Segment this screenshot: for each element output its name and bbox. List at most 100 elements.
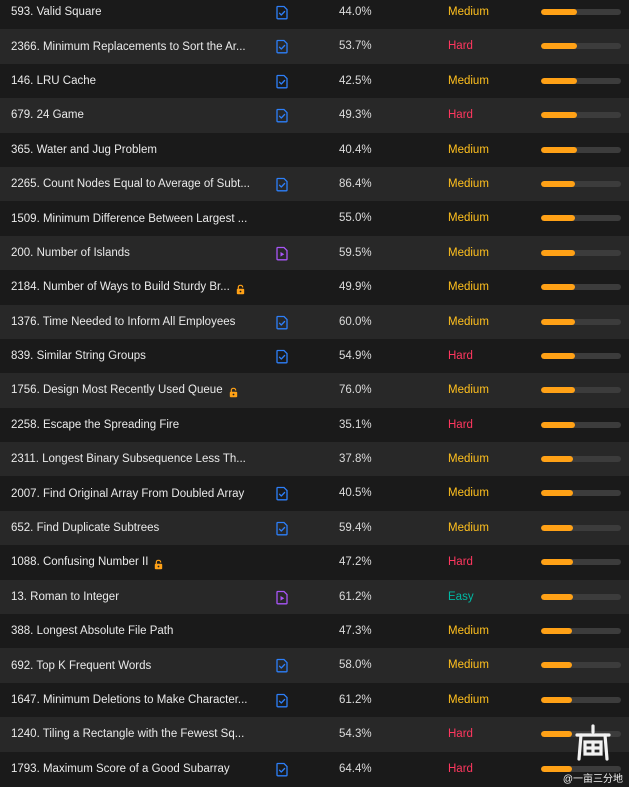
frequency-bar-fill [541,490,573,497]
problem-row[interactable]: 1240. Tiling a Rectangle with the Fewest… [0,717,629,752]
problem-title-cell: 692. Top K Frequent Words [11,648,151,682]
acceptance-rate: 40.5% [339,487,372,500]
problem-title-link[interactable]: 2311. Longest Binary Subsequence Less Th… [11,453,246,465]
problem-row[interactable]: 1793. Maximum Score of a Good Subarray 6… [0,751,629,786]
difficulty-label: Hard [448,109,473,122]
problem-title-cell: 1756. Design Most Recently Used Queue [11,373,239,407]
solution-article-icon[interactable] [275,762,289,777]
frequency-bar-fill [541,249,576,256]
problem-title-cell: 2184. Number of Ways to Build Sturdy Br.… [11,270,246,304]
solution-article-icon[interactable] [275,521,289,536]
problem-row[interactable]: 1088. Confusing Number II 47.2% Hard [0,545,629,580]
problem-row[interactable]: 2258. Escape the Spreading Fire 35.1% Hard [0,407,629,443]
problem-row[interactable]: 1647. Minimum Deletions to Make Characte… [0,682,629,718]
acceptance-rate: 61.2% [339,693,372,706]
frequency-bar [541,490,621,497]
problem-row[interactable]: 146. LRU Cache 42.5% Medium [0,63,629,99]
solution-article-icon[interactable] [275,486,289,501]
acceptance-rate: 61.2% [339,590,372,603]
acceptance-rate: 58.0% [339,659,372,672]
frequency-bar [541,9,621,15]
problem-row[interactable]: 839. Similar String Groups 54.9% Hard [0,338,629,374]
problem-title-link[interactable]: 1240. Tiling a Rectangle with the Fewest… [11,728,244,740]
problem-title-cell: 1376. Time Needed to Inform All Employee… [11,305,235,339]
frequency-bar-fill [541,696,573,703]
difficulty-label: Medium [448,246,489,259]
frequency-bar-fill [541,9,577,15]
problem-row[interactable]: 692. Top K Frequent Words 58.0% Medium [0,648,629,683]
problem-title-link[interactable]: 1509. Minimum Difference Between Largest… [11,213,247,225]
problem-row[interactable]: 2184. Number of Ways to Build Sturdy Br.… [0,270,629,305]
difficulty-label: Medium [448,659,489,672]
problem-title-link[interactable]: 2265. Count Nodes Equal to Average of Su… [11,178,250,190]
problem-title-cell: 365. Water and Jug Problem [11,133,157,167]
problem-title-cell: 200. Number of Islands [11,236,130,270]
problem-title-link[interactable]: 2258. Escape the Spreading Fire [11,419,179,431]
problem-row[interactable]: 200. Number of Islands 59.5% Medium [0,235,629,271]
problem-title-link[interactable]: 2007. Find Original Array From Doubled A… [11,488,244,500]
difficulty-label: Hard [448,728,473,741]
problem-row[interactable]: 1376. Time Needed to Inform All Employee… [0,304,629,339]
problem-title-link[interactable]: 1088. Confusing Number II [11,556,148,568]
problem-title-link[interactable]: 1647. Minimum Deletions to Make Characte… [11,694,248,706]
frequency-bar [541,215,621,222]
problem-row[interactable]: 2265. Count Nodes Equal to Average of Su… [0,166,629,202]
problem-title-link[interactable]: 1793. Maximum Score of a Good Subarray [11,763,230,775]
problem-title-link[interactable]: 679. 24 Game [11,109,84,121]
frequency-bar-fill [541,180,576,187]
problem-title-cell: 13. Roman to Integer [11,580,119,614]
solution-article-icon[interactable] [275,108,289,123]
problem-title-link[interactable]: 2366. Minimum Replacements to Sort the A… [11,41,246,53]
solution-article-icon[interactable] [275,658,289,673]
solution-video-icon[interactable] [275,590,289,605]
solution-article-icon[interactable] [275,74,289,89]
solution-article-icon[interactable] [275,349,289,364]
frequency-bar-fill [541,731,573,738]
problem-title-link[interactable]: 388. Longest Absolute File Path [11,625,173,637]
problem-row[interactable]: 2366. Minimum Replacements to Sort the A… [0,29,629,64]
difficulty-label: Medium [448,212,489,225]
solution-article-icon[interactable] [275,5,289,20]
frequency-bar [541,77,621,84]
problem-row[interactable]: 388. Longest Absolute File Path 47.3% Medi… [0,614,629,649]
acceptance-rate: 53.7% [339,40,372,53]
problem-title-link[interactable]: 652. Find Duplicate Subtrees [11,522,159,534]
frequency-bar [541,765,621,772]
acceptance-rate: 40.4% [339,143,372,156]
solution-article-icon[interactable] [275,693,289,708]
problem-title-cell: 2007. Find Original Array From Doubled A… [11,476,244,510]
problem-title-link[interactable]: 365. Water and Jug Problem [11,144,157,156]
problem-row[interactable]: 2311. Longest Binary Subsequence Less Th… [0,442,629,477]
frequency-bar-fill [541,662,573,669]
problem-title-cell: 1647. Minimum Deletions to Make Characte… [11,683,248,717]
frequency-bar-fill [541,284,576,291]
difficulty-label: Medium [448,384,489,397]
frequency-bar [541,628,621,635]
problem-row[interactable]: 2007. Find Original Array From Doubled A… [0,476,629,511]
problem-row[interactable]: 593. Valid Square 44.0% Medium [0,0,629,30]
problem-title-link[interactable]: 146. LRU Cache [11,75,96,87]
problem-title-link[interactable]: 13. Roman to Integer [11,591,119,603]
problem-title-link[interactable]: 692. Top K Frequent Words [11,660,151,672]
problem-row[interactable]: 1509. Minimum Difference Between Largest… [0,201,629,236]
solution-video-icon[interactable] [275,246,289,261]
problem-title-link[interactable]: 2184. Number of Ways to Build Sturdy Br.… [11,281,230,293]
problem-title-link[interactable]: 200. Number of Islands [11,247,130,259]
problem-row[interactable]: 652. Find Duplicate Subtrees 59.4% Medium [0,510,629,546]
problem-title-link[interactable]: 593. Valid Square [11,6,102,18]
problem-title-link[interactable]: 839. Similar String Groups [11,350,146,362]
problem-row[interactable]: 1756. Design Most Recently Used Queue 76… [0,373,629,408]
frequency-bar-fill [541,765,573,772]
frequency-bar [541,593,621,600]
problem-row[interactable]: 365. Water and Jug Problem 40.4% Medium [0,132,629,167]
problem-title-link[interactable]: 1756. Design Most Recently Used Queue [11,384,223,396]
problem-title-link[interactable]: 1376. Time Needed to Inform All Employee… [11,316,235,328]
problem-title-cell: 1240. Tiling a Rectangle with the Fewest… [11,717,244,751]
solution-article-icon[interactable] [275,39,289,54]
problem-row[interactable]: 13. Roman to Integer 61.2% Easy [0,579,629,615]
solution-article-icon[interactable] [275,315,289,330]
frequency-bar [541,352,621,359]
problem-row[interactable]: 679. 24 Game 49.3% Hard [0,98,629,133]
acceptance-rate: 60.0% [339,315,372,328]
solution-article-icon[interactable] [275,177,289,192]
